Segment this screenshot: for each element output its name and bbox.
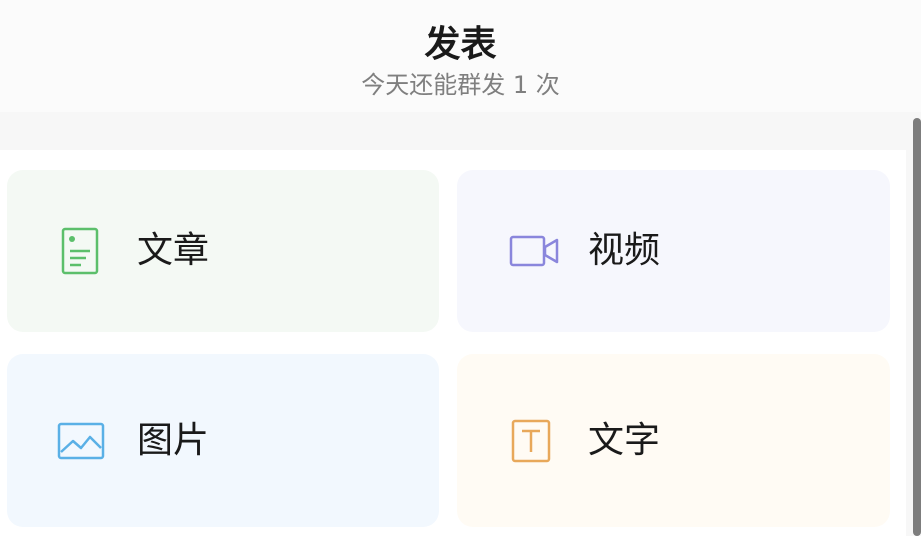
scrollbar[interactable] xyxy=(913,118,921,536)
video-label: 视频 xyxy=(588,230,661,271)
image-option[interactable]: 图片 xyxy=(7,354,439,527)
video-icon xyxy=(509,233,559,269)
header: 发表 今天还能群发 1 次 xyxy=(0,0,921,112)
text-label: 文字 xyxy=(588,419,661,461)
image-label: 图片 xyxy=(137,419,210,461)
page-subtitle: 今天还能群发 1 次 xyxy=(361,71,560,99)
article-icon xyxy=(61,227,99,275)
article-option[interactable]: 文章 xyxy=(7,170,439,332)
video-option[interactable]: 视频 xyxy=(457,170,890,332)
page-title: 发表 xyxy=(424,24,497,65)
article-label: 文章 xyxy=(137,230,210,271)
image-icon xyxy=(57,422,105,460)
text-option[interactable]: 文字 xyxy=(457,354,890,527)
text-icon xyxy=(511,419,551,463)
